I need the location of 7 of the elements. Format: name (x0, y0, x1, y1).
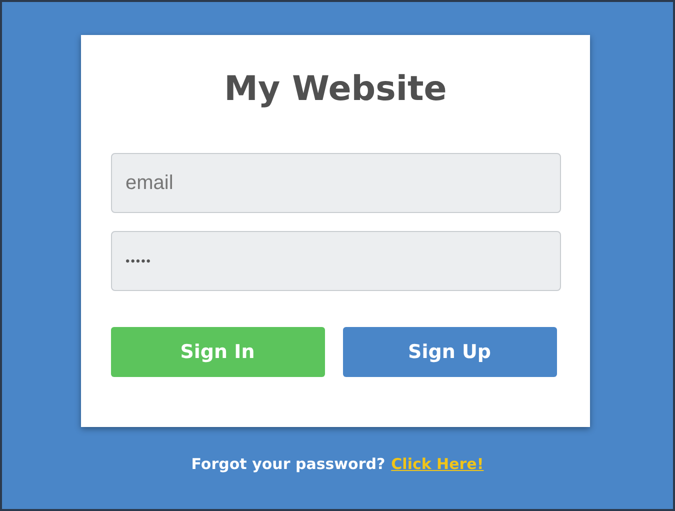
sign-in-button[interactable]: Sign In (110, 327, 324, 377)
email-field[interactable]: email (110, 153, 560, 213)
site-title: My Website (223, 69, 448, 109)
click-here-link[interactable]: Click Here! (391, 455, 484, 473)
password-field[interactable]: ••••• (110, 231, 560, 291)
sign-up-button[interactable]: Sign Up (342, 327, 556, 377)
forgot-password-text: Forgot your password? (191, 455, 386, 473)
